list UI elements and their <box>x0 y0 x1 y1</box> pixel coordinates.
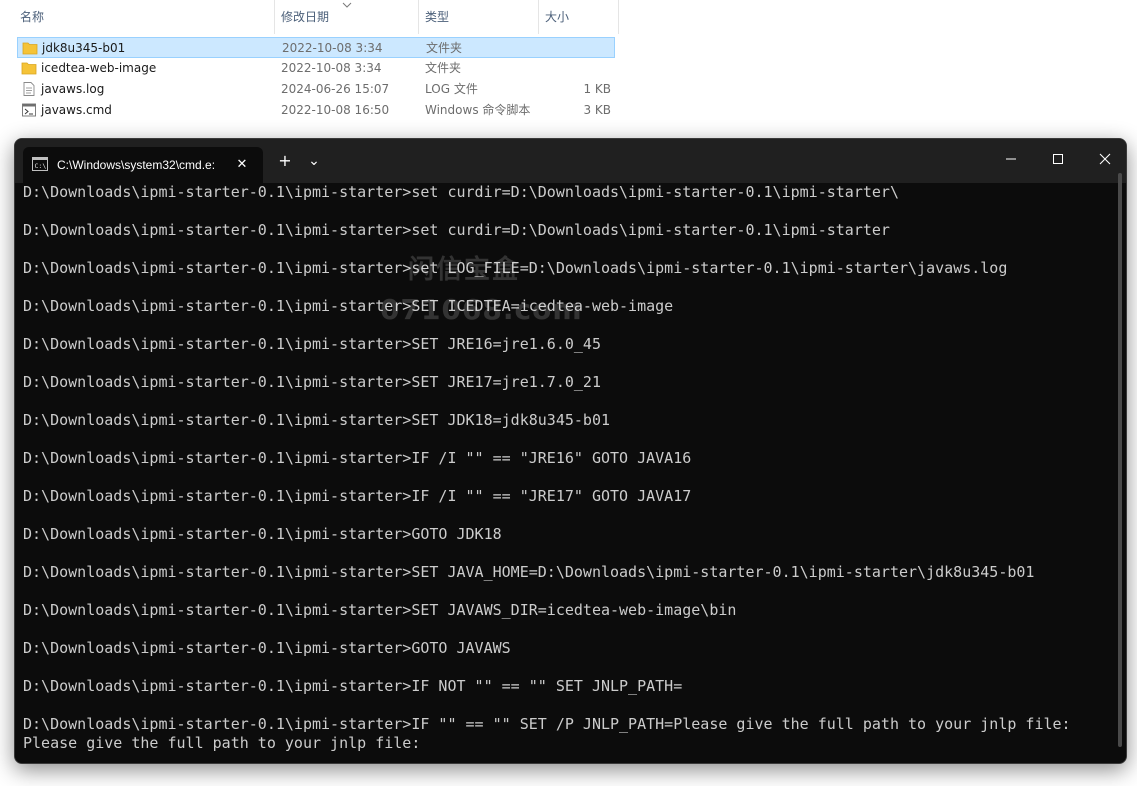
console-line: D:\Downloads\ipmi-starter-0.1\ipmi-start… <box>23 373 601 391</box>
title-bar[interactable]: C:\ C:\Windows\system32\cmd.e: ✕ + ⌄ <box>15 139 1126 183</box>
file-date: 2022-10-08 3:34 <box>281 61 382 75</box>
file-name: jdk8u345-b01 <box>42 41 126 55</box>
maximize-button[interactable] <box>1035 139 1081 179</box>
file-date: 2022-10-08 3:34 <box>282 41 383 55</box>
file-explorer: 名称 修改日期 类型 大小 jdk8u345-b01 2022-10-08 3:… <box>0 0 1137 140</box>
column-header-size[interactable]: 大小 <box>539 0 619 34</box>
file-row[interactable]: icedtea-web-image 2022-10-08 3:34 文件夹 <box>17 58 615 79</box>
minimize-button[interactable] <box>988 139 1034 179</box>
file-name: icedtea-web-image <box>41 61 157 75</box>
file-type: Windows 命令脚本 <box>425 103 531 117</box>
terminal-window[interactable]: C:\ C:\Windows\system32\cmd.e: ✕ + ⌄ D:\… <box>14 138 1127 764</box>
folder-icon <box>21 62 37 75</box>
folder-icon <box>22 42 38 55</box>
scrollbar[interactable] <box>1118 173 1122 747</box>
minimize-icon <box>1006 158 1016 160</box>
console-line: D:\Downloads\ipmi-starter-0.1\ipmi-start… <box>23 487 692 505</box>
console-line: Please give the full path to your jnlp f… <box>23 734 421 752</box>
sort-descending-icon <box>342 2 352 8</box>
file-size: 3 KB <box>583 103 611 117</box>
file-name: javaws.log <box>41 82 105 96</box>
console-line: D:\Downloads\ipmi-starter-0.1\ipmi-start… <box>23 411 610 429</box>
console-line: D:\Downloads\ipmi-starter-0.1\ipmi-start… <box>23 601 737 619</box>
console-line: D:\Downloads\ipmi-starter-0.1\ipmi-start… <box>23 563 1035 581</box>
file-type: 文件夹 <box>425 61 462 75</box>
file-name: javaws.cmd <box>41 103 112 117</box>
maximize-icon <box>1053 154 1063 164</box>
column-header-name[interactable]: 名称 <box>14 0 275 34</box>
cmd-icon: C:\ <box>32 157 48 171</box>
console-line: D:\Downloads\ipmi-starter-0.1\ipmi-start… <box>23 677 683 695</box>
console-line: D:\Downloads\ipmi-starter-0.1\ipmi-start… <box>23 221 890 239</box>
console-line: D:\Downloads\ipmi-starter-0.1\ipmi-start… <box>23 639 511 657</box>
svg-text:C:\: C:\ <box>35 162 47 170</box>
console-line: D:\Downloads\ipmi-starter-0.1\ipmi-start… <box>23 259 1008 277</box>
console-line: D:\Downloads\ipmi-starter-0.1\ipmi-start… <box>23 525 502 543</box>
file-date: 2022-10-08 16:50 <box>281 103 390 117</box>
console-output[interactable]: D:\Downloads\ipmi-starter-0.1\ipmi-start… <box>15 183 1126 763</box>
console-line: D:\Downloads\ipmi-starter-0.1\ipmi-start… <box>23 183 899 201</box>
column-header-type[interactable]: 类型 <box>419 0 539 34</box>
console-line: D:\Downloads\ipmi-starter-0.1\ipmi-start… <box>23 335 601 353</box>
file-type: 文件夹 <box>426 41 463 55</box>
tab-close-icon[interactable]: ✕ <box>233 156 251 174</box>
tab-title: C:\Windows\system32\cmd.e: <box>57 158 216 172</box>
new-tab-button[interactable]: + <box>271 149 299 173</box>
script-file-icon <box>22 103 36 117</box>
file-size: 1 KB <box>583 82 611 96</box>
file-row[interactable]: javaws.log 2024-06-26 15:07 LOG 文件 1 KB <box>17 79 615 100</box>
console-line: D:\Downloads\ipmi-starter-0.1\ipmi-start… <box>23 715 1071 733</box>
tab-cmd[interactable]: C:\ C:\Windows\system32\cmd.e: ✕ <box>23 147 263 183</box>
text-file-icon <box>23 82 35 96</box>
console-line: D:\Downloads\ipmi-starter-0.1\ipmi-start… <box>23 449 692 467</box>
file-row[interactable]: javaws.cmd 2022-10-08 16:50 Windows 命令脚本… <box>17 100 615 121</box>
tab-dropdown-button[interactable]: ⌄ <box>300 149 328 173</box>
file-date: 2024-06-26 15:07 <box>281 82 390 96</box>
console-line: D:\Downloads\ipmi-starter-0.1\ipmi-start… <box>23 297 674 315</box>
file-type: LOG 文件 <box>425 82 478 96</box>
file-row[interactable]: jdk8u345-b01 2022-10-08 3:34 文件夹 <box>17 37 615 58</box>
